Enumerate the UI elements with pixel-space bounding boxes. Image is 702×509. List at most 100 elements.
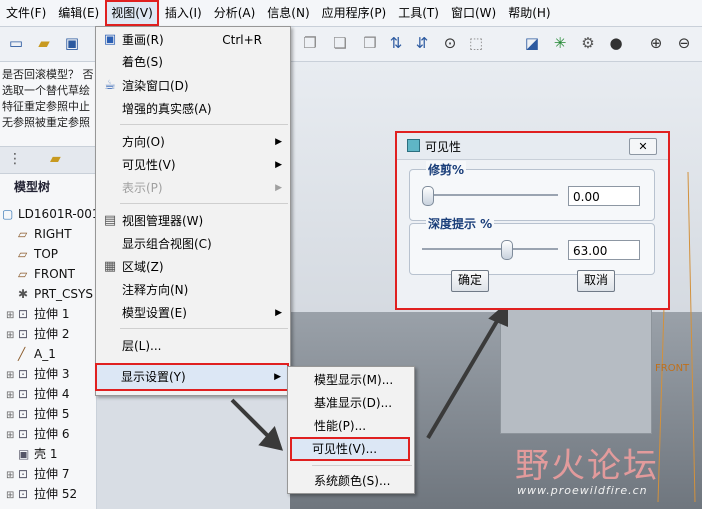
submenu-item-visibility[interactable]: 可见性(V)... (290, 437, 410, 461)
view-manager-icon: ▤ (103, 213, 117, 228)
paste-icon[interactable]: ❏ (330, 33, 350, 53)
tree-item[interactable]: ⊞ ⊡ 拉伸 1 (6, 304, 69, 324)
menu-item-redraw[interactable]: ▣ 重画(R) Ctrl+R (96, 29, 290, 51)
trim-value-field[interactable]: 0.00 (568, 186, 640, 206)
tree-item[interactable]: ✱ PRT_CSYS (6, 284, 93, 304)
tree-item[interactable]: ▱ TOP (6, 244, 58, 264)
submenu-arrow-icon: ▶ (275, 308, 282, 318)
expand-icon[interactable]: ⊞ (6, 426, 18, 446)
menu-file[interactable]: 文件(F) (0, 0, 52, 26)
zoom-out-icon[interactable]: ⊖ (674, 33, 694, 53)
expand-icon[interactable]: ⊞ (6, 406, 18, 426)
menu-item-view-manager[interactable]: ▤ 视图管理器(W) (96, 210, 290, 232)
watermark-url: www.proewildfire.cn (517, 484, 648, 497)
tree-item[interactable]: ▱ RIGHT (6, 224, 72, 244)
menu-item-layers[interactable]: 层(L)... (96, 335, 290, 357)
menu-item-region[interactable]: ▦ 区域(Z) (96, 256, 290, 278)
tree-item[interactable]: ▢ LD1601R-001 (2, 204, 100, 224)
watermark-text: 野火论坛 (515, 446, 659, 486)
datum-plane-icon: ▱ (18, 267, 28, 281)
part-icon: ▢ (2, 207, 14, 221)
extrude-icon: ⊡ (18, 327, 29, 341)
coordinate-system-icon: ✱ (18, 287, 29, 301)
expand-icon[interactable]: ⊞ (6, 466, 18, 486)
menu-item-visibility[interactable]: 可见性(V) ▶ (96, 154, 290, 176)
menu-edit[interactable]: 编辑(E) (52, 0, 105, 26)
ok-button[interactable]: 确定 (451, 270, 489, 292)
menu-item-shade[interactable]: 着色(S) (96, 51, 290, 73)
menu-applications[interactable]: 应用程序(P) (316, 0, 393, 26)
depth-cue-slider-thumb[interactable] (501, 240, 514, 260)
cancel-button[interactable]: 取消 (577, 270, 615, 292)
datum-plane-icon: ▱ (18, 247, 28, 261)
new-file-icon[interactable]: ▭ (6, 33, 26, 53)
shading-ball-icon[interactable]: ● (606, 33, 626, 53)
trim-slider-thumb[interactable] (422, 186, 434, 206)
submenu-item-datum-display[interactable]: 基准显示(D)... (288, 392, 414, 414)
menu-item-show-combined-views[interactable]: 显示组合视图(C) (96, 233, 290, 255)
depth-cue-group: 深度提示 % 63.00 (409, 215, 655, 275)
menu-bar: 文件(F) 编辑(E) 视图(V) 插入(I) 分析(A) 信息(N) 应用程序… (0, 0, 702, 27)
menu-view[interactable]: 视图(V) (105, 0, 159, 26)
tree-item[interactable]: ⊞ ⊡ 拉伸 4 (6, 384, 69, 404)
expand-icon[interactable]: ⊞ (6, 306, 18, 326)
copy-icon[interactable]: ❐ (300, 33, 320, 53)
menu-help[interactable]: 帮助(H) (502, 0, 556, 26)
depth-cue-label: 深度提示 % (426, 215, 495, 232)
orient-icon[interactable]: ⚙ (578, 33, 598, 53)
trim-slider-track[interactable] (422, 194, 558, 196)
spin-center-icon[interactable]: ✳ (550, 33, 570, 53)
paste-special-icon[interactable]: ❒ (360, 33, 380, 53)
menu-tools[interactable]: 工具(T) (392, 0, 445, 26)
expand-icon[interactable]: ⊞ (6, 366, 18, 386)
open-folder-icon[interactable]: ▰ (34, 33, 54, 53)
tree-item[interactable]: ⊞ ⊡ 拉伸 52 (6, 484, 77, 504)
extrude-icon: ⊡ (18, 407, 29, 421)
menu-item-representation[interactable]: 表示(P) ▶ (96, 177, 290, 199)
submenu-item-system-colors[interactable]: 系统颜色(S)... (288, 470, 414, 492)
tree-item[interactable]: ▱ FRONT (6, 264, 75, 284)
tree-item[interactable]: ⊞ ⊡ 拉伸 2 (6, 324, 69, 344)
tree-item[interactable]: ⊞ ⊡ 拉伸 7 (6, 464, 69, 484)
tree-item[interactable]: ⊞ ⊡ 拉伸 3 (6, 364, 69, 384)
depth-cue-slider-track[interactable] (422, 248, 558, 250)
tree-item[interactable]: ╱ A_1 (6, 344, 56, 364)
menu-insert[interactable]: 插入(I) (159, 0, 208, 26)
message-line: 无参照被重定参照 (2, 116, 90, 129)
zoom-in-icon[interactable]: ⊕ (646, 33, 666, 53)
model-tree-title: 模型树 (14, 180, 51, 194)
menu-item-orientation[interactable]: 方向(O) ▶ (96, 131, 290, 153)
submenu-item-model-display[interactable]: 模型显示(M)... (288, 369, 414, 391)
tree-item[interactable]: ⊞ ⊡ 拉伸 5 (6, 404, 69, 424)
menu-window[interactable]: 窗口(W) (445, 0, 502, 26)
tree-item[interactable]: ⊞ ⊡ 拉伸 6 (6, 424, 69, 444)
menu-item-enhanced-realism[interactable]: 增强的真实感(A) (96, 98, 290, 120)
menu-analysis[interactable]: 分析(A) (208, 0, 262, 26)
navigator-tabs: ⋮ ▰ (0, 146, 96, 174)
display-settings-submenu: 模型显示(M)... 基准显示(D)... 性能(P)... 可见性(V)...… (287, 366, 415, 494)
submenu-arrow-icon: ▶ (274, 372, 281, 382)
depth-cue-value-field[interactable]: 63.00 (568, 240, 640, 260)
regenerate-manager-icon[interactable]: ⇵ (412, 33, 432, 53)
expand-icon[interactable]: ⊞ (6, 326, 18, 346)
expand-icon[interactable]: ⊞ (6, 386, 18, 406)
select-box-icon[interactable]: ⬚ (466, 33, 486, 53)
view-icon[interactable]: ◪ (522, 33, 542, 53)
find-icon[interactable]: ⊙ (440, 33, 460, 53)
menu-item-model-setup[interactable]: 模型设置(E) ▶ (96, 302, 290, 324)
dialog-title: 可见性 (425, 140, 462, 154)
dialog-close-button[interactable]: ✕ (629, 138, 657, 155)
folder-browser-tab-icon[interactable]: ▰ (50, 151, 61, 167)
save-icon[interactable]: ▣ (62, 33, 82, 53)
menu-item-display-settings[interactable]: 显示设置(Y) ▶ (95, 363, 289, 391)
menu-item-render-window[interactable]: ☕ 渲染窗口(D) (96, 75, 290, 97)
regenerate-icon[interactable]: ⇅ (386, 33, 406, 53)
dialog-app-icon (407, 139, 420, 152)
menu-info[interactable]: 信息(N) (261, 0, 315, 26)
expand-icon[interactable]: ⊞ (6, 486, 18, 506)
watermark-logo: 野火论坛 www.proewildfire.cn (515, 432, 695, 502)
submenu-item-performance[interactable]: 性能(P)... (288, 415, 414, 437)
model-tree-tab-icon[interactable]: ⋮ (8, 151, 22, 167)
menu-item-annotation-orientation[interactable]: 注释方向(N) (96, 279, 290, 301)
tree-item[interactable]: ▣ 壳 1 (6, 444, 57, 464)
